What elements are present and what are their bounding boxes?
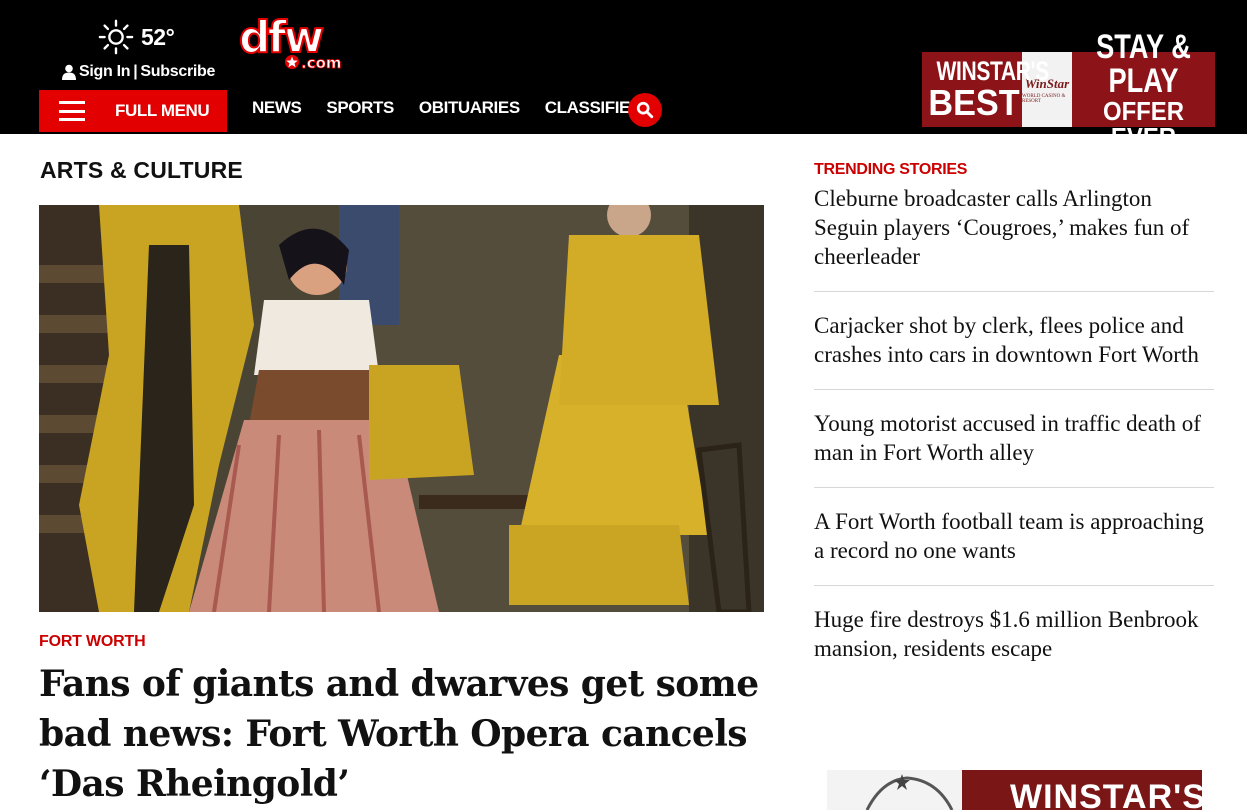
trending-item: A Fort Worth football team is approachin…: [814, 507, 1214, 586]
ad-mid-line2: WORLD CASINO & RESORT: [1022, 93, 1066, 104]
main-nav: NEWS SPORTS OBITUARIES CLASSIFIEDS: [252, 98, 678, 118]
ad-bottom-graphic: [827, 770, 962, 810]
ad-left-line1: WINSTAR'S: [936, 56, 1050, 86]
article-headline[interactable]: Fans of giants and dwarves get some bad …: [39, 659, 759, 809]
trending-story-link[interactable]: Huge fire destroys $1.6 million Benbrook…: [814, 605, 1214, 663]
trending-item: Carjacker shot by clerk, flees police an…: [814, 311, 1214, 390]
trending-title: TRENDING STORIES: [814, 161, 968, 178]
nav-news[interactable]: NEWS: [252, 98, 302, 118]
winstar-sidebar-ad[interactable]: WINSTAR'S: [827, 770, 1202, 810]
article-hero-image[interactable]: [39, 205, 764, 612]
trending-item: Cleburne broadcaster calls Arlington Seg…: [814, 184, 1214, 292]
trending-story-link[interactable]: Cleburne broadcaster calls Arlington Seg…: [814, 184, 1214, 271]
trending-item: Huge fire destroys $1.6 million Benbrook…: [814, 605, 1214, 683]
trending-story-link[interactable]: Carjacker shot by clerk, flees police an…: [814, 311, 1214, 369]
weather-widget[interactable]: 52°: [97, 18, 175, 56]
ad-right-text: STAY & PLAY OFFER EVER: [1072, 30, 1215, 150]
trending-list: Cleburne broadcaster calls Arlington Seg…: [814, 184, 1214, 702]
site-header: 52° Sign In | Subscribe dfw .com FULL ME…: [0, 0, 1247, 150]
ad-right-line2: OFFER EVER: [1102, 95, 1185, 152]
weather-temperature: 52°: [141, 23, 175, 50]
search-button[interactable]: [628, 93, 662, 127]
site-logo[interactable]: dfw .com: [237, 10, 349, 72]
section-title: ARTS & CULTURE: [40, 157, 243, 183]
search-icon: [636, 101, 654, 119]
winstar-banner-ad[interactable]: WINSTAR'S BEST WinStar WORLD CASINO & RE…: [922, 30, 1215, 150]
nav-obituaries[interactable]: OBITUARIES: [419, 98, 520, 118]
full-menu-button[interactable]: FULL MENU: [39, 90, 227, 132]
trending-story-link[interactable]: A Fort Worth football team is approachin…: [814, 507, 1214, 565]
trending-item: Young motorist accused in traffic death …: [814, 409, 1214, 488]
auth-separator: |: [133, 63, 138, 80]
user-icon: [62, 64, 76, 80]
logo-suffix: .com: [301, 54, 342, 72]
auth-links: Sign In | Subscribe: [62, 63, 215, 81]
subscribe-link[interactable]: Subscribe: [140, 63, 215, 81]
ad-right-line1: STAY & PLAY: [1096, 27, 1191, 100]
nav-sports[interactable]: SPORTS: [326, 98, 394, 118]
hamburger-icon: [59, 101, 85, 121]
sun-icon: [98, 19, 134, 55]
trending-story-link[interactable]: Young motorist accused in traffic death …: [814, 409, 1214, 467]
ad-left-line2: BEST: [928, 82, 1020, 123]
ad-left-text: WINSTAR'S BEST: [922, 56, 1050, 123]
article-kicker[interactable]: FORT WORTH: [39, 633, 146, 651]
full-menu-label: FULL MENU: [115, 101, 210, 120]
ad-bottom-text: WINSTAR'S: [962, 770, 1202, 810]
sign-in-link[interactable]: Sign In: [79, 63, 131, 81]
